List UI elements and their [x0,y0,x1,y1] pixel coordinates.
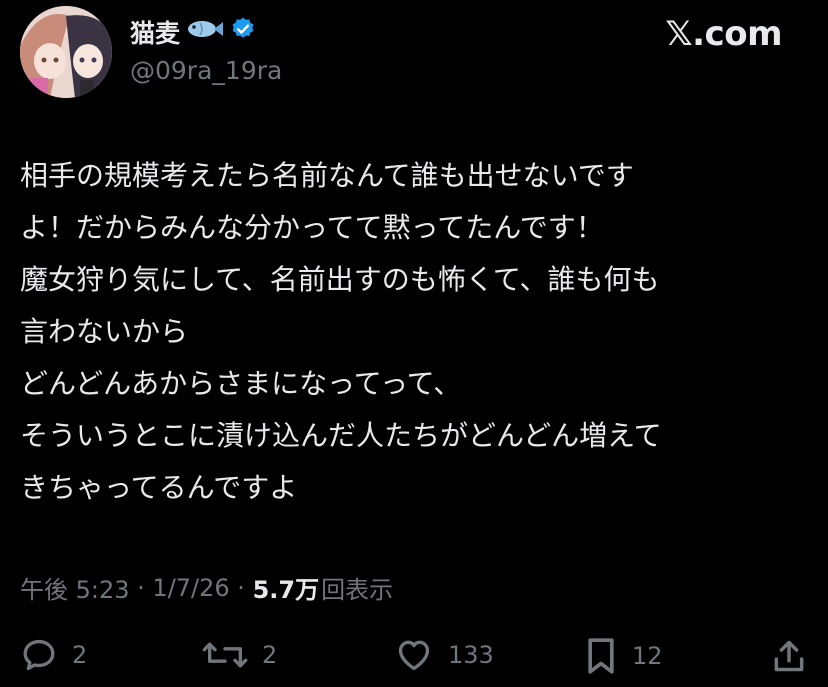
tweet-line: きちゃってるんですよ [20,471,298,504]
reply-button[interactable]: 2 [20,636,87,674]
reply-count: 2 [72,641,88,669]
verified-badge-icon[interactable] [230,16,256,48]
tweet-meta: 午後 5:23 · 1/7/26 · 5.7万 回表示 [20,570,393,605]
repost-icon [202,642,248,668]
reply-icon [23,639,55,671]
meta-separator: · [229,573,253,602]
tweet-line: どんどんあからさまになってって、 [20,367,462,400]
tweet-line: 相手の規模考えたら名前なんて誰も出せないです [20,159,634,192]
action-bar: 2 2 133 12 [0,636,828,680]
views-label: 回表示 [321,576,394,604]
display-name[interactable]: 猫麦 [130,14,180,50]
tweet-line: 魔女狩り気にして、名前出すのも怖くて、誰も何も [20,263,660,296]
display-name-row[interactable]: 猫麦 [130,14,256,50]
tweet-line: 言わないから [20,315,189,348]
repost-button[interactable]: 2 [202,636,277,674]
share-button[interactable] [770,636,808,676]
like-count: 133 [448,641,494,669]
avatar-illustration-icon [20,6,112,98]
user-handle[interactable]: @09ra_19ra [130,56,282,85]
tweet-line: よ！だからみんな分かってて黙ってたんです！ [20,211,604,244]
avatar[interactable] [20,6,112,98]
fish-emoji-icon [186,17,224,47]
repost-count: 2 [262,641,278,669]
views-count: 5.7万 [252,576,320,604]
meta-separator: · [129,573,153,602]
tweet-line: そういうとこに漬け込んだ人たちがどんどん増えて [20,419,662,452]
tweet-time[interactable]: 午後 5:23 [20,570,130,605]
share-icon [774,640,804,672]
bookmark-count: 12 [632,642,663,670]
bookmark-icon [588,638,614,674]
tweet-date[interactable]: 1/7/26 [152,574,229,602]
heart-icon [398,640,430,671]
brand-logo: 𝕏.com [665,14,782,54]
bookmark-button[interactable]: 12 [584,636,663,676]
like-button[interactable]: 133 [394,636,494,674]
tweet-text: 相手の規模考えたら名前なんて誰も出せないです よ！だからみんな分かってて黙ってた… [20,150,810,514]
